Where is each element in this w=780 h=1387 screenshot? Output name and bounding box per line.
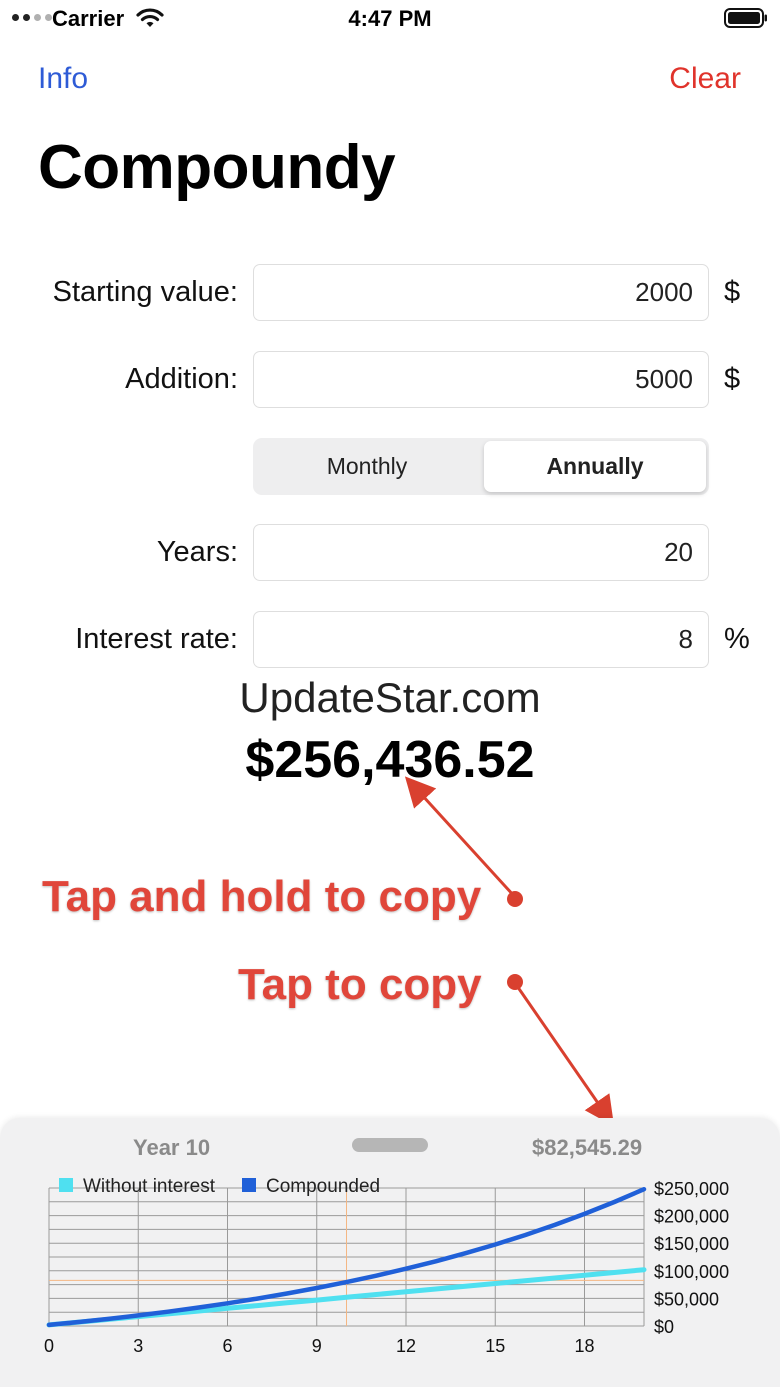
legend-swatch-compounded xyxy=(242,1178,256,1192)
x-tick-label: 9 xyxy=(312,1336,322,1356)
y-tick-label: $250,000 xyxy=(654,1179,729,1199)
x-tick-label: 12 xyxy=(396,1336,416,1356)
legend-label: Compounded xyxy=(266,1176,380,1197)
y-tick-label: $50,000 xyxy=(654,1289,719,1309)
growth-chart[interactable]: 0 3 6 9 12 15 18 $0 $50,000 $100,000 $150,000 $200,… xyxy=(0,0,780,1387)
legend-label: Without interest xyxy=(83,1176,216,1197)
y-tick-label: $150,000 xyxy=(654,1234,729,1254)
x-tick-label: 0 xyxy=(44,1336,54,1356)
y-tick-label: $200,000 xyxy=(654,1207,729,1227)
x-tick-label: 3 xyxy=(133,1336,143,1356)
y-tick-label: $100,000 xyxy=(654,1262,729,1282)
x-tick-label: 6 xyxy=(222,1336,232,1356)
x-tick-label: 15 xyxy=(485,1336,505,1356)
legend-swatch-without-interest xyxy=(59,1178,73,1192)
x-tick-label: 18 xyxy=(574,1336,594,1356)
y-tick-label: $0 xyxy=(654,1317,674,1337)
